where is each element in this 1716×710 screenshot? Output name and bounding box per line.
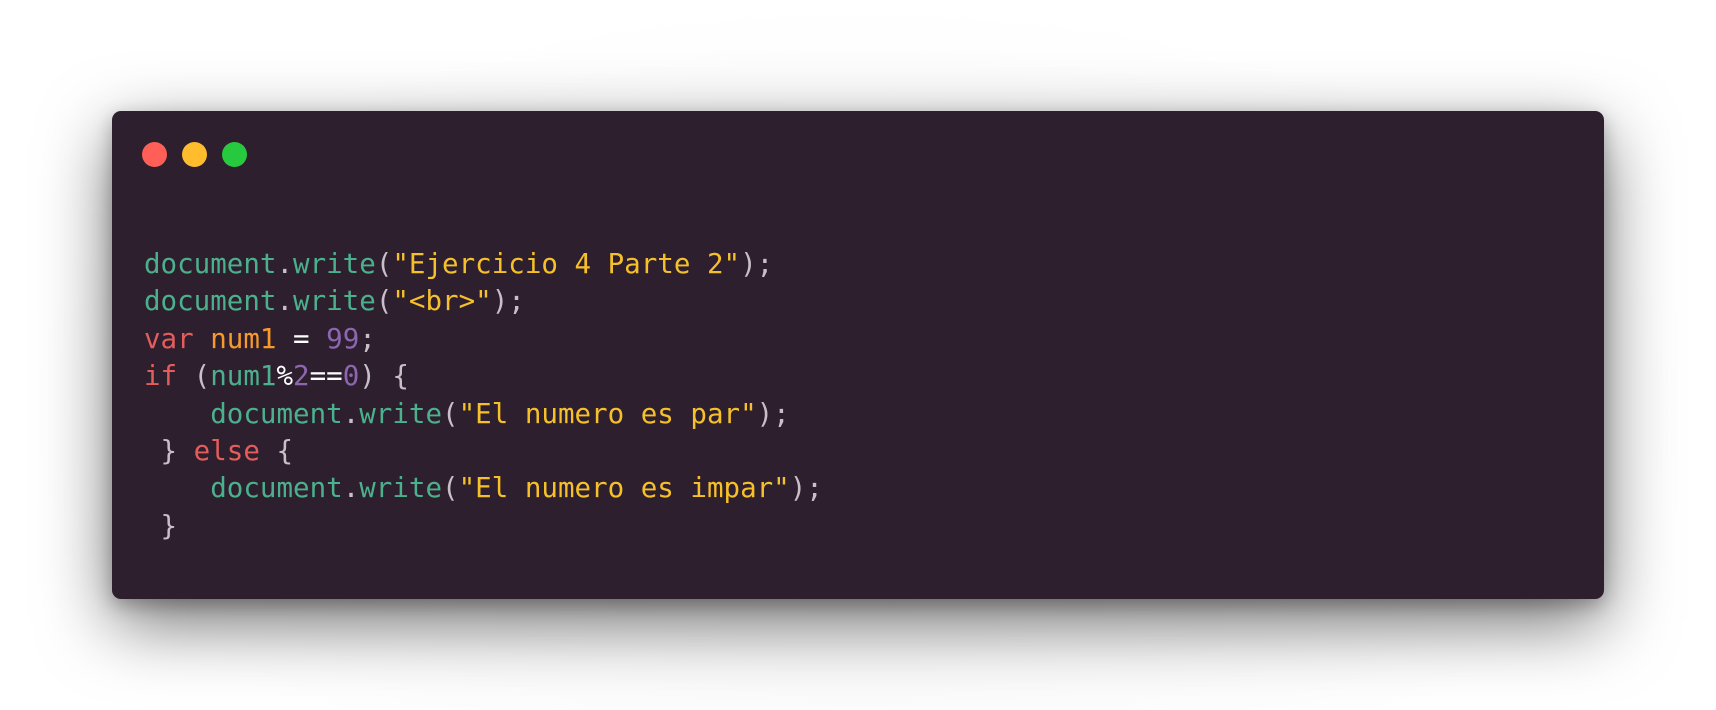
code-token: % (276, 360, 294, 393)
code-token: == (309, 360, 343, 393)
code-token: ); (756, 397, 790, 430)
code-token: . (276, 248, 294, 280)
code-token: . (342, 397, 360, 430)
code-token: var (144, 322, 194, 355)
code-line: } else { (144, 433, 823, 470)
code-line: document.write("<br>"); (144, 283, 823, 320)
code-line: document.write("El numero es impar"); (144, 470, 823, 507)
code-token: } (144, 509, 178, 542)
code-token: ( (375, 248, 393, 280)
code-token: document (144, 248, 277, 280)
code-token: "<br>" (392, 285, 492, 318)
code-token: document (210, 472, 343, 505)
code-line: } (144, 508, 823, 545)
code-token: else (193, 434, 260, 467)
code-token: "El numero es par" (458, 397, 757, 430)
code-token: "El numero es impar" (458, 472, 790, 505)
code-token: num1 (210, 360, 277, 393)
code-line: var num1 = 99; (144, 321, 823, 358)
code-token: document (210, 397, 343, 430)
code-token: . (342, 472, 360, 505)
code-token: ); (491, 285, 525, 318)
code-line: document.write("El numero es par"); (144, 396, 823, 433)
maximize-window-button[interactable] (222, 142, 247, 167)
code-token: ( (442, 472, 459, 505)
code-token: 2 (293, 360, 310, 393)
code-token: write (293, 285, 376, 318)
code-token: { (259, 434, 294, 467)
code-block: document.write("Ejercicio 4 Parte 2"); do… (144, 246, 823, 545)
code-token: ); (740, 248, 774, 280)
window-controls (142, 142, 247, 167)
code-token: ) { (359, 360, 409, 393)
code-token: write (359, 397, 443, 430)
code-token: 99 (326, 322, 360, 355)
code-line: document.write("Ejercicio 4 Parte 2"); (144, 246, 823, 283)
code-token: ( (375, 285, 393, 318)
code-token: "Ejercicio 4 Parte 2" (392, 248, 741, 280)
code-token: write (293, 248, 376, 280)
code-window: document.write("Ejercicio 4 Parte 2"); do… (112, 111, 1604, 599)
code-token: write (359, 472, 443, 505)
minimize-window-button[interactable] (182, 142, 207, 167)
code-token: } (144, 434, 194, 467)
code-token: ); (789, 472, 823, 505)
code-token: . (276, 285, 294, 318)
code-token: ( (177, 360, 211, 393)
code-token: document (144, 285, 277, 318)
code-token: 0 (342, 360, 360, 393)
close-window-button[interactable] (142, 142, 167, 167)
code-token: num1 (210, 322, 277, 355)
code-token: = (293, 322, 310, 355)
code-token: if (144, 360, 178, 393)
code-line: if (num1%2==0) { (144, 358, 823, 395)
code-token: ; (359, 322, 376, 355)
code-token: ( (442, 397, 459, 430)
